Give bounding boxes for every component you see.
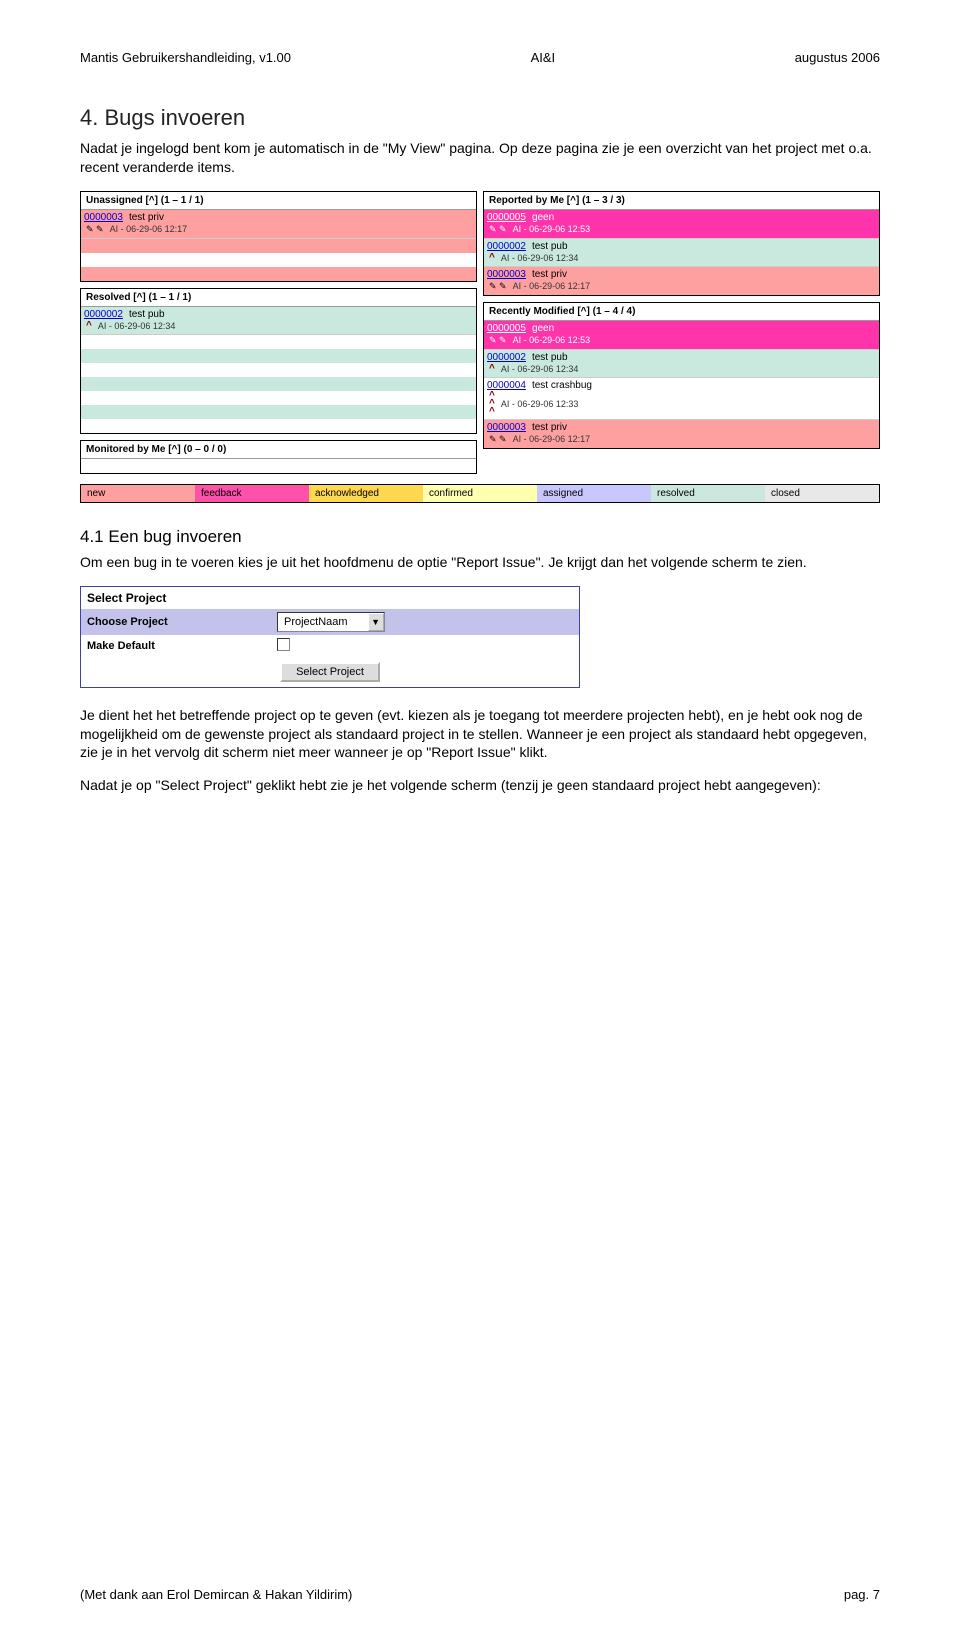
choose-project-label: Choose Project [81,611,271,633]
legend-feedback: feedback [195,485,309,502]
priority-icon: ^^^ [489,392,495,416]
header-left: Mantis Gebruikershandleiding, v1.00 [80,50,291,65]
bug-summary: test priv [532,269,567,280]
footer-page: pag. 7 [844,1587,880,1602]
legend-assigned: assigned [537,485,651,502]
priority-icon: ^ [86,322,92,330]
bug-id-link[interactable]: 0000005 [487,323,526,334]
chevron-down-icon[interactable]: ▼ [368,613,384,631]
bug-id-link[interactable]: 0000003 [487,269,526,280]
legend-resolved: resolved [651,485,765,502]
panel-reported-title[interactable]: Reported by Me [^] (1 – 3 / 3) [484,192,879,210]
bug-id-link[interactable]: 0000003 [487,422,526,433]
myview-right-column: Reported by Me [^] (1 – 3 / 3) 0000005 ge… [483,191,880,474]
list-item[interactable]: 0000003 test priv ✎ ✎ AI - 06-29-06 12:1… [81,210,476,239]
footer-credit: (Met dank aan Erol Demircan & Hakan Yild… [80,1587,352,1602]
bug-summary: geen [532,212,554,223]
section-title: 4. Bugs invoeren [80,105,880,131]
list-item[interactable]: 0000002 test pub ^ AI - 06-29-06 12:34 [81,307,476,335]
page-header: Mantis Gebruikershandleiding, v1.00 AI&I… [80,50,880,65]
edit-icon[interactable]: ✎ ✎ [489,335,507,346]
list-item[interactable]: 0000003 test priv ✎ ✎ AI - 06-29-06 12:17 [484,420,879,448]
panel-monitored: Monitored by Me [^] (0 – 0 / 0) [80,440,477,474]
bug-meta: AI - 06-29-06 12:34 [501,364,579,374]
section-intro: Nadat je ingelogd bent kom je automatisc… [80,139,880,177]
bug-id-link[interactable]: 0000005 [487,212,526,223]
make-default-checkbox[interactable] [277,638,290,651]
bug-id-link[interactable]: 0000002 [487,352,526,363]
panel-recent-title[interactable]: Recently Modified [^] (1 – 4 / 4) [484,303,879,321]
select-project-button[interactable]: Select Project [280,662,380,682]
bug-id-link[interactable]: 0000003 [84,212,123,223]
page-footer: (Met dank aan Erol Demircan & Hakan Yild… [80,1587,880,1602]
select-project-title: Select Project [81,587,579,609]
bug-summary: test pub [532,352,568,363]
bug-summary: test crashbug [532,380,592,391]
bug-summary: test priv [532,422,567,433]
panel-reported: Reported by Me [^] (1 – 3 / 3) 0000005 ge… [483,191,880,296]
panel-recent: Recently Modified [^] (1 – 4 / 4) 000000… [483,302,880,449]
status-legend: new feedback acknowledged confirmed assi… [80,484,880,503]
make-default-label: Make Default [81,635,271,657]
bug-meta: AI - 06-29-06 12:34 [98,321,176,331]
myview-dashboard: Unassigned [^] (1 – 1 / 1) 0000003 test … [80,191,880,474]
bug-id-link[interactable]: 0000002 [84,309,123,320]
list-item[interactable]: 0000005 geen ✎ ✎ AI - 06-29-06 12:53 [484,210,879,239]
panel-monitored-title[interactable]: Monitored by Me [^] (0 – 0 / 0) [81,441,476,459]
legend-closed: closed [765,485,879,502]
priority-icon: ^ [489,254,495,262]
bug-meta: AI - 06-29-06 12:17 [513,281,591,291]
panel-resolved-title[interactable]: Resolved [^] (1 – 1 / 1) [81,289,476,307]
myview-left-column: Unassigned [^] (1 – 1 / 1) 0000003 test … [80,191,477,474]
choose-project-row: Choose Project ProjectNaam ▼ [81,609,579,635]
select-project-form: Select Project Choose Project ProjectNaa… [80,586,580,688]
header-right: augustus 2006 [795,50,880,65]
panel-resolved: Resolved [^] (1 – 1 / 1) 0000002 test pu… [80,288,477,434]
make-default-row: Make Default [81,635,579,657]
edit-icon[interactable]: ✎ ✎ [86,224,104,235]
list-item[interactable]: 0000003 test priv ✎ ✎ AI - 06-29-06 12:17 [484,267,879,295]
panel-unassigned-title[interactable]: Unassigned [^] (1 – 1 / 1) [81,192,476,210]
edit-icon[interactable]: ✎ ✎ [489,224,507,235]
list-item[interactable]: 0000002 test pub ^ AI - 06-29-06 12:34 [484,239,879,267]
legend-confirmed: confirmed [423,485,537,502]
subsection-p1: Om een bug in te voeren kies je uit het … [80,553,880,572]
panel-unassigned: Unassigned [^] (1 – 1 / 1) 0000003 test … [80,191,477,282]
header-center: AI&I [531,50,556,65]
bug-summary: test pub [532,241,568,252]
edit-icon[interactable]: ✎ ✎ [489,281,507,292]
bug-meta: AI - 06-29-06 12:33 [501,399,579,409]
legend-acknowledged: acknowledged [309,485,423,502]
project-select-value: ProjectNaam [278,616,368,628]
bug-summary: test pub [129,309,165,320]
after-p1: Je dient het het betreffende project op … [80,706,880,763]
bug-meta: AI - 06-29-06 12:53 [513,224,591,234]
bug-summary: geen [532,323,554,334]
bug-summary: test priv [129,212,164,223]
bug-id-link[interactable]: 0000002 [487,241,526,252]
after-p2: Nadat je op "Select Project" geklikt heb… [80,776,880,795]
edit-icon[interactable]: ✎ ✎ [489,434,507,445]
list-item[interactable]: 0000002 test pub ^ AI - 06-29-06 12:34 [484,350,879,378]
project-select[interactable]: ProjectNaam ▼ [277,612,385,632]
bug-meta: AI - 06-29-06 12:17 [513,434,591,444]
bug-meta: AI - 06-29-06 12:34 [501,253,579,263]
priority-icon: ^ [489,365,495,373]
bug-meta: AI - 06-29-06 12:17 [110,224,188,234]
subsection-title: 4.1 Een bug invoeren [80,527,880,547]
legend-new: new [81,485,195,502]
list-item[interactable]: 0000004test crashbug ^^^AI - 06-29-06 12… [484,378,879,420]
bug-meta: AI - 06-29-06 12:53 [513,335,591,345]
list-item[interactable]: 0000005 geen ✎ ✎ AI - 06-29-06 12:53 [484,321,879,350]
